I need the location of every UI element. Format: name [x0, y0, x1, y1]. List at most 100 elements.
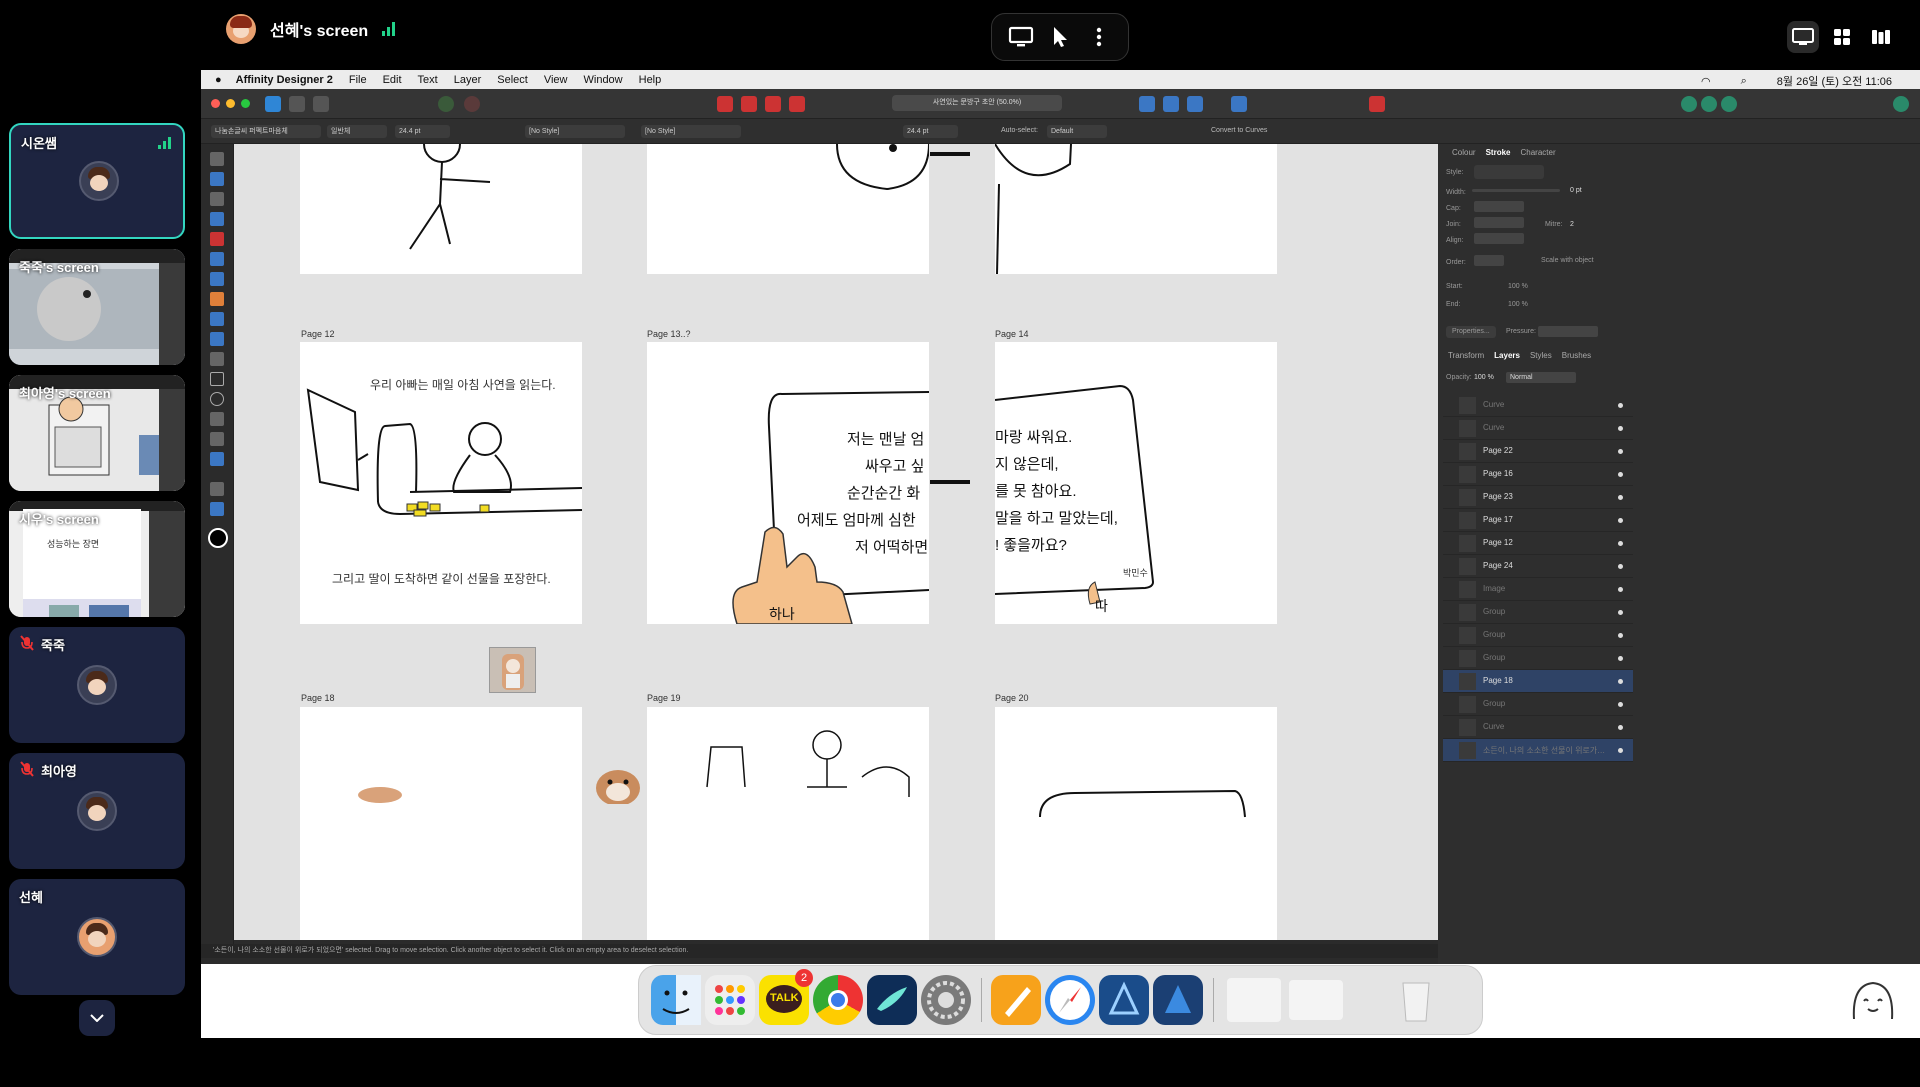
menu-file[interactable]: File — [349, 74, 367, 86]
boolean-add-icon[interactable] — [717, 96, 733, 112]
minimize-icon[interactable] — [226, 99, 235, 108]
visibility-icon[interactable] — [1618, 564, 1623, 569]
otter-sticker[interactable] — [594, 764, 642, 806]
visibility-icon[interactable] — [1618, 518, 1623, 523]
visibility-icon[interactable] — [1618, 426, 1623, 431]
account-icon[interactable] — [1893, 96, 1909, 112]
layer-row[interactable]: Page 22 — [1443, 440, 1633, 463]
tab-transform[interactable]: Transform — [1448, 351, 1484, 365]
dock-affinity-designer[interactable] — [1153, 975, 1203, 1025]
dock-trash[interactable] — [1391, 975, 1441, 1025]
brush-tool-icon[interactable] — [210, 272, 224, 286]
frame-text-tool-icon[interactable] — [210, 432, 224, 446]
close-icon[interactable] — [211, 99, 220, 108]
layer-row[interactable]: Page 23 — [1443, 486, 1633, 509]
search-icon[interactable]: ⌕ — [1741, 75, 1747, 88]
mitre-value[interactable]: 2 — [1570, 221, 1574, 228]
end-pct[interactable]: 100 % — [1508, 301, 1528, 308]
boolean-xor-icon[interactable] — [789, 96, 805, 112]
opacity-value[interactable]: 100 % — [1474, 374, 1494, 381]
blend-mode-dropdown[interactable]: Normal — [1506, 372, 1576, 383]
gradient-tool-icon[interactable] — [210, 332, 224, 346]
dock-system-settings[interactable] — [921, 975, 971, 1025]
monitor-button[interactable] — [1005, 21, 1037, 53]
corner-tool-icon[interactable] — [210, 212, 224, 226]
dock-chrome[interactable] — [813, 975, 863, 1025]
pixel-persona-icon[interactable] — [289, 96, 305, 112]
layer-row[interactable]: Image — [1443, 578, 1633, 601]
clock[interactable]: 8월 26일 (토) 오전 11:06 — [1777, 73, 1892, 89]
dock-kakaotalk[interactable]: TALK 2 — [759, 969, 813, 1025]
width-slider[interactable] — [1472, 189, 1560, 192]
boolean-intersect-icon[interactable] — [765, 96, 781, 112]
flip-vertical-icon[interactable] — [1163, 96, 1179, 112]
visibility-icon[interactable] — [1618, 495, 1623, 500]
dock-recent-window[interactable] — [1289, 980, 1343, 1020]
move-tool-icon[interactable] — [210, 152, 224, 166]
participant-tile[interactable]: 죽죽's screen — [9, 249, 185, 365]
artboard[interactable] — [647, 144, 930, 274]
participant-tile[interactable]: 선혜 — [9, 879, 185, 995]
layer-row[interactable]: Curve — [1443, 716, 1633, 739]
align-buttons[interactable] — [1474, 233, 1524, 244]
menu-text[interactable]: Text — [418, 74, 438, 86]
zoom-tool-icon[interactable] — [210, 502, 224, 516]
artboard-tool-icon[interactable] — [210, 172, 224, 186]
tab-layers[interactable]: Layers — [1494, 351, 1520, 365]
visibility-icon[interactable] — [1618, 633, 1623, 638]
visibility-icon[interactable] — [1618, 656, 1623, 661]
canvas[interactable]: Page 12 Page 13..? Page 14 우리 아빠는 매일 아침 … — [234, 144, 1444, 940]
artboard-page-18[interactable] — [300, 707, 582, 940]
properties-button[interactable]: Properties... — [1446, 326, 1496, 338]
artboard-page-13[interactable]: 저는 맨날 엄 싸우고 싶 순간순간 화 어제도 엄마께 심한 저 어떡하면 하… — [647, 342, 929, 624]
star-tool-icon[interactable] — [210, 412, 224, 426]
mask-icon[interactable] — [1369, 96, 1385, 112]
layer-row[interactable]: Page 12 — [1443, 532, 1633, 555]
auto-select-dropdown[interactable]: Default — [1047, 125, 1107, 138]
visibility-icon[interactable] — [1618, 472, 1623, 477]
tab-brushes[interactable]: Brushes — [1562, 351, 1591, 365]
visibility-icon[interactable] — [1618, 702, 1623, 707]
colour-icon[interactable] — [1701, 96, 1717, 112]
wifi-icon[interactable]: ◠ — [1701, 75, 1711, 88]
transparency-tool-icon[interactable] — [210, 312, 224, 326]
layer-row[interactable]: Group — [1443, 693, 1633, 716]
layer-row[interactable]: Group — [1443, 647, 1633, 670]
apple-icon[interactable]: ● — [215, 74, 222, 86]
artboard-page-19[interactable] — [647, 707, 929, 940]
menu-window[interactable]: Window — [584, 74, 623, 86]
tab-character[interactable]: Character — [1520, 148, 1555, 162]
dock-bird-app[interactable] — [867, 975, 917, 1025]
artboard[interactable] — [994, 144, 1277, 275]
order-buttons[interactable] — [1474, 255, 1504, 266]
menu-app-name[interactable]: Affinity Designer 2 — [236, 74, 333, 86]
font-family-select[interactable]: 나눔손글씨 퍼펙트마음체 — [211, 125, 321, 138]
expand-participants-button[interactable] — [79, 1000, 115, 1036]
settings-icon[interactable] — [438, 96, 454, 112]
text-tool-icon[interactable] — [210, 452, 224, 466]
arrange-icon[interactable] — [1187, 96, 1203, 112]
join-buttons[interactable] — [1474, 217, 1524, 228]
view-screen-button[interactable] — [1786, 21, 1819, 53]
node-tool-icon[interactable] — [210, 192, 224, 206]
visibility-icon[interactable] — [1618, 679, 1623, 684]
layer-row[interactable]: Group — [1443, 624, 1633, 647]
menu-view[interactable]: View — [544, 74, 568, 86]
para-style-select[interactable]: [No Style] — [641, 125, 741, 138]
participant-tile[interactable]: 시우's screen 성능하는 장면 — [9, 501, 185, 617]
visibility-icon[interactable] — [1618, 449, 1623, 454]
font-weight-select[interactable]: 일반체 — [327, 125, 387, 138]
pointer-button[interactable] — [1044, 21, 1076, 53]
visibility-icon[interactable] — [1618, 748, 1623, 753]
ellipse-tool-icon[interactable] — [210, 392, 224, 406]
crop-tool-icon[interactable] — [210, 352, 224, 366]
dock-finder[interactable] — [651, 975, 701, 1025]
menu-layer[interactable]: Layer — [454, 74, 482, 86]
dock-recent-window[interactable] — [1227, 978, 1281, 1022]
assistant-icon[interactable] — [1681, 96, 1697, 112]
tab-colour[interactable]: Colour — [1452, 148, 1476, 162]
convert-to-curves-button[interactable]: Convert to Curves — [1211, 127, 1267, 134]
participant-tile[interactable]: 죽죽 — [9, 627, 185, 743]
layer-row[interactable]: 소든이, 나의 소소한 선물이 위로가… — [1443, 739, 1633, 762]
menu-select[interactable]: Select — [497, 74, 528, 86]
